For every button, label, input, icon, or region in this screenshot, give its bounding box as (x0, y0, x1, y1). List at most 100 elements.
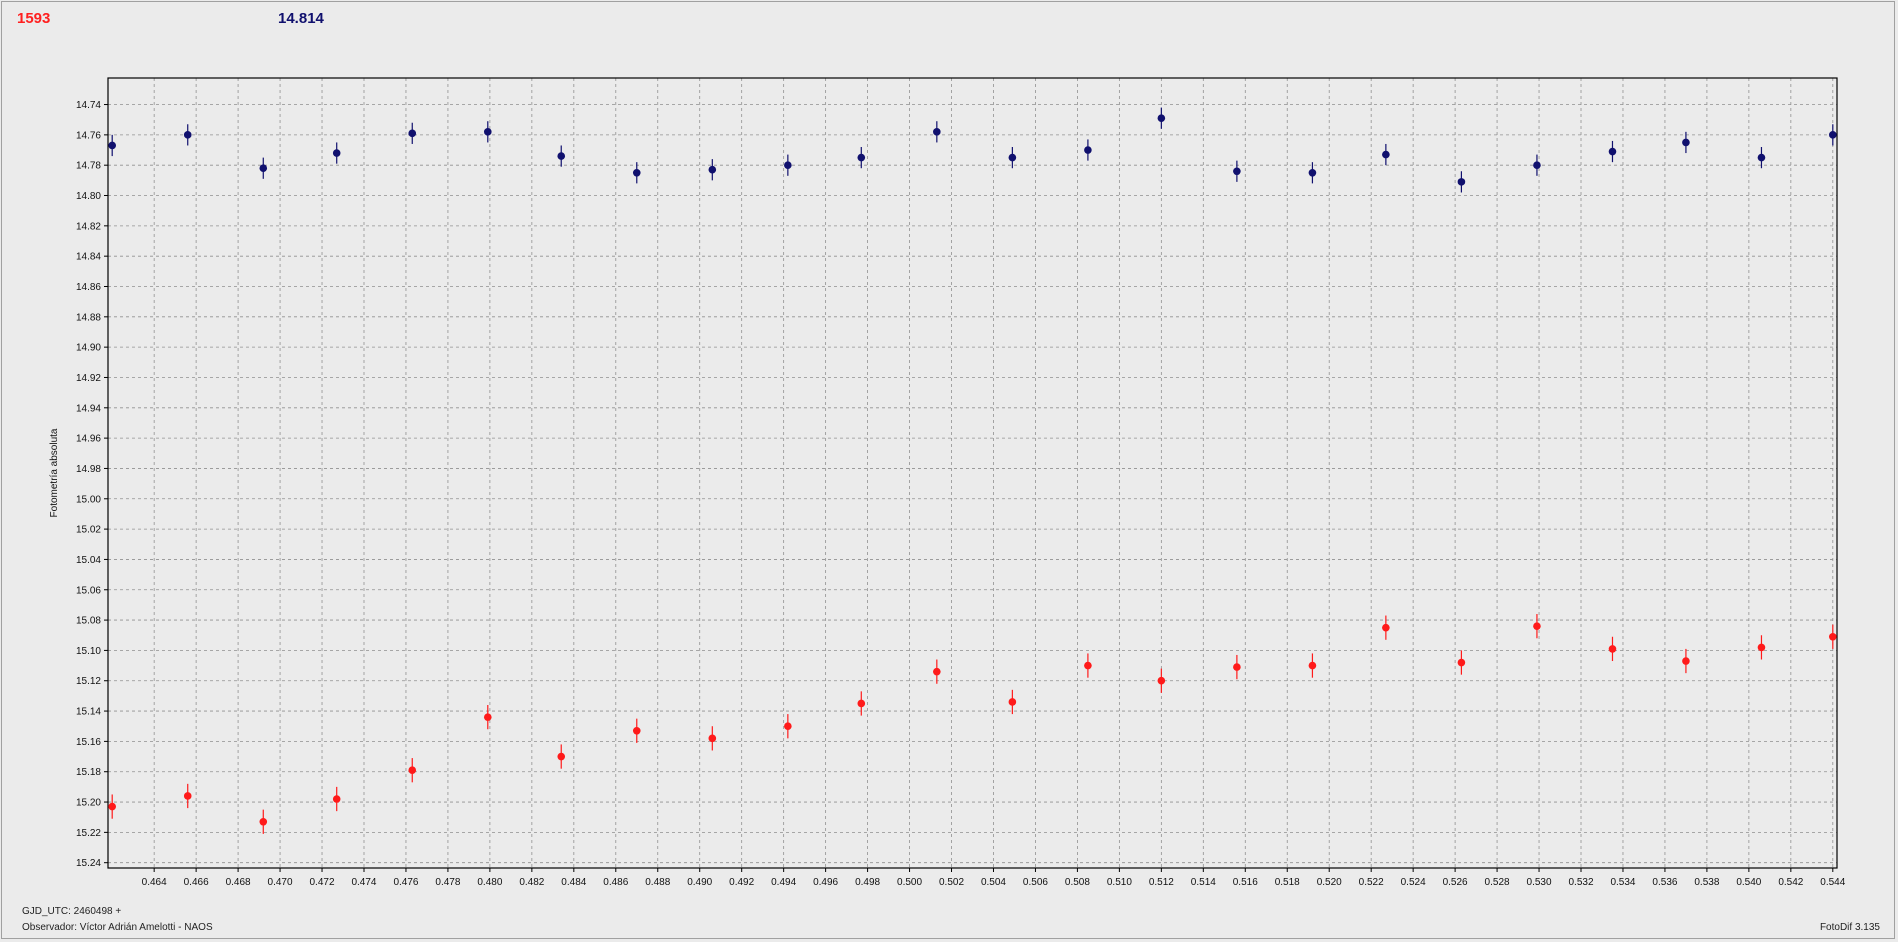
x-tick-label: 0.504 (981, 877, 1006, 888)
data-point (1084, 146, 1092, 154)
data-point (408, 129, 417, 138)
data-point (1233, 663, 1241, 671)
data-point (933, 128, 941, 136)
x-tick-label: 0.514 (1191, 877, 1216, 888)
y-tick-label: 15.06 (76, 585, 101, 596)
data-point (632, 168, 641, 177)
x-tick-label: 0.544 (1820, 877, 1845, 888)
x-tick-label: 0.528 (1485, 877, 1510, 888)
data-point (108, 141, 116, 150)
data-point (259, 817, 268, 826)
data-point (784, 722, 792, 731)
y-tick-label: 14.94 (76, 403, 101, 414)
x-tick-label: 0.526 (1443, 877, 1468, 888)
x-tick-label: 0.502 (939, 877, 964, 888)
y-tick-label: 15.10 (76, 646, 101, 657)
y-tick-label: 14.96 (76, 434, 101, 445)
y-axis-label: Fotometría absoluta (49, 428, 60, 517)
plot-area (108, 78, 1837, 868)
x-tick-label: 0.472 (310, 877, 335, 888)
data-point (332, 795, 341, 803)
data-point (1457, 178, 1466, 186)
x-tick-label: 0.538 (1694, 877, 1719, 888)
y-tick-label: 14.98 (76, 464, 101, 475)
y-tick-label: 14.78 (76, 161, 101, 172)
x-tick-label: 0.488 (645, 877, 670, 888)
data-point (1382, 150, 1390, 159)
data-point (784, 161, 792, 169)
x-tick-label: 0.508 (1065, 877, 1090, 888)
data-point (1608, 147, 1617, 156)
y-tick-label: 15.12 (76, 676, 101, 687)
x-tick-label: 0.518 (1275, 877, 1300, 888)
data-point (332, 149, 341, 157)
x-tick-label: 0.536 (1652, 877, 1677, 888)
data-point (1382, 623, 1390, 632)
y-tick-label: 15.04 (76, 555, 101, 566)
x-tick-label: 0.510 (1107, 877, 1132, 888)
data-point (557, 752, 566, 761)
y-tick-label: 15.08 (76, 616, 101, 627)
x-tick-label: 0.492 (729, 877, 754, 888)
data-point (183, 131, 192, 139)
x-tick-label: 0.470 (268, 877, 293, 888)
x-tick-label: 0.466 (184, 877, 209, 888)
x-tick-label: 0.542 (1778, 877, 1803, 888)
x-tick-label: 0.474 (351, 877, 376, 888)
data-point (1829, 632, 1837, 641)
y-tick-label: 14.74 (76, 100, 101, 111)
x-tick-label: 0.530 (1527, 877, 1552, 888)
x-tick-label: 0.506 (1023, 877, 1048, 888)
y-tick-label: 14.88 (76, 312, 101, 323)
y-tick-label: 15.18 (76, 767, 101, 778)
x-tick-label: 0.490 (687, 877, 712, 888)
y-tick-label: 14.90 (76, 343, 101, 354)
data-point (1682, 657, 1690, 665)
data-point (1233, 167, 1241, 176)
data-point (632, 726, 641, 735)
y-tick-label: 14.80 (76, 191, 101, 202)
x-tick-label: 0.494 (771, 877, 796, 888)
data-point (483, 128, 492, 136)
data-point (1757, 153, 1766, 162)
x-tick-label: 0.464 (142, 877, 167, 888)
x-tick-label: 0.476 (393, 877, 418, 888)
x-tick-label: 0.496 (813, 877, 838, 888)
data-point (857, 153, 866, 162)
x-tick-label: 0.512 (1149, 877, 1174, 888)
x-tick-label: 0.540 (1736, 877, 1761, 888)
x-tick-label: 0.500 (897, 877, 922, 888)
x-tick-label: 0.532 (1568, 877, 1593, 888)
y-tick-label: 14.76 (76, 130, 101, 141)
data-point (1008, 153, 1017, 162)
y-tick-label: 14.82 (76, 221, 101, 232)
y-tick-label: 15.00 (76, 494, 101, 505)
y-tick-label: 15.24 (76, 858, 101, 869)
x-tick-label: 0.468 (226, 877, 251, 888)
data-point (1308, 168, 1317, 177)
data-point (408, 766, 417, 774)
x-tick-label: 0.478 (435, 877, 460, 888)
data-point (483, 713, 492, 721)
data-point (183, 792, 192, 800)
data-point (1084, 661, 1092, 670)
x-tick-label: 0.516 (1233, 877, 1258, 888)
y-tick-label: 15.20 (76, 798, 101, 809)
data-point (708, 734, 717, 743)
x-tick-label: 0.484 (561, 877, 586, 888)
data-point (1757, 643, 1766, 652)
y-tick-label: 14.92 (76, 373, 101, 384)
x-tick-label: 0.522 (1359, 877, 1384, 888)
data-point (1829, 131, 1837, 139)
y-tick-label: 15.02 (76, 525, 101, 536)
data-point (933, 667, 941, 676)
y-tick-label: 15.22 (76, 828, 101, 839)
x-tick-label: 0.534 (1610, 877, 1635, 888)
y-tick-label: 14.84 (76, 252, 101, 263)
x-tick-label: 0.498 (855, 877, 880, 888)
data-point (708, 165, 717, 174)
date-footer: GJD_UTC: 2460498 + (22, 906, 122, 917)
x-tick-label: 0.486 (603, 877, 628, 888)
data-point (1157, 676, 1166, 685)
software-footer: FotoDif 3.135 (1819, 922, 1880, 933)
